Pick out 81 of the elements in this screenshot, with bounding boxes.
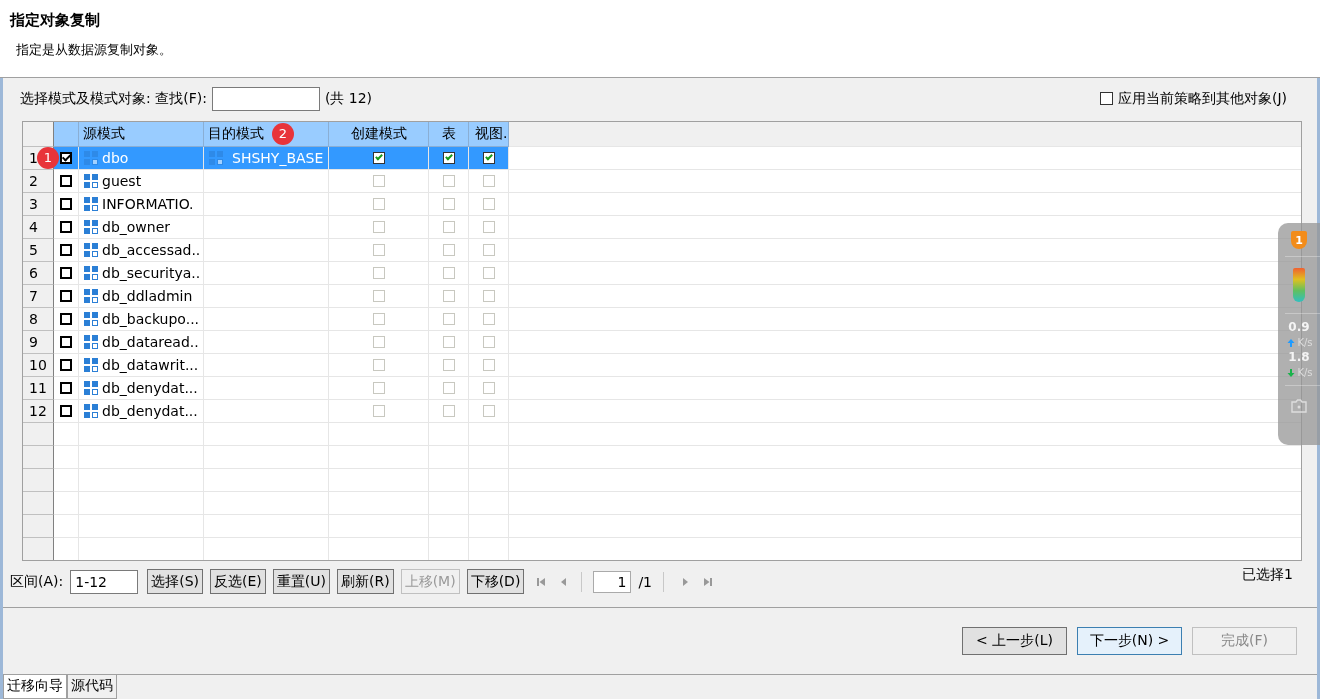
schema-icon bbox=[83, 264, 99, 281]
schema-icon bbox=[83, 333, 99, 350]
column-header[interactable]: 源模式 bbox=[79, 121, 204, 147]
row-number: 3 bbox=[23, 192, 54, 216]
table-cell bbox=[23, 491, 54, 515]
option-checkbox[interactable] bbox=[482, 151, 495, 164]
schema-icon bbox=[83, 241, 99, 258]
source-schema: db_securitya.. bbox=[102, 264, 201, 281]
row-number: 8 bbox=[23, 307, 54, 331]
page-total: /1 bbox=[638, 573, 652, 590]
wizard-button[interactable]: 下一步(N) > bbox=[1077, 626, 1182, 655]
schema-icon bbox=[83, 149, 99, 166]
row-number: 2 bbox=[23, 169, 54, 193]
range-field[interactable]: 1-12 bbox=[70, 569, 139, 594]
toolbar-button[interactable]: 下移(D) bbox=[466, 569, 525, 595]
source-schema: db_datawrit... bbox=[102, 356, 199, 373]
row-number: 12 bbox=[23, 399, 54, 423]
row-number: 10 bbox=[23, 353, 54, 377]
schema-icon bbox=[83, 218, 99, 235]
apply-checkbox[interactable] bbox=[1099, 92, 1113, 106]
gauge-icon bbox=[1293, 268, 1305, 302]
target-schema: SHSHY_BASE bbox=[232, 149, 324, 166]
column-header[interactable]: 表 bbox=[429, 121, 469, 147]
schema-icon bbox=[83, 356, 99, 373]
schema-icon bbox=[208, 149, 224, 166]
row-number: 11 bbox=[23, 376, 54, 400]
source-schema: db_denydat... bbox=[102, 379, 198, 396]
table-cell bbox=[23, 514, 54, 538]
source-schema: dbo bbox=[102, 149, 129, 166]
speed-unit: K/s bbox=[1297, 367, 1313, 378]
row-number: 6 bbox=[23, 261, 54, 285]
bottom-tab[interactable]: 迁移向导 bbox=[3, 675, 67, 699]
schema-icon bbox=[83, 195, 99, 212]
table-cell bbox=[23, 468, 54, 492]
table-cell bbox=[23, 445, 54, 469]
option-checkbox[interactable] bbox=[372, 151, 385, 164]
source-schema: db_denydat... bbox=[102, 402, 198, 419]
table-cell bbox=[23, 537, 54, 560]
column-header[interactable]: 创建模式 bbox=[329, 121, 429, 147]
wizard-button[interactable]: < 上一步(L) bbox=[962, 626, 1067, 655]
page-field[interactable]: 1 bbox=[593, 570, 632, 593]
speed-unit: K/s bbox=[1297, 337, 1313, 348]
search-field[interactable] bbox=[211, 86, 320, 111]
schema-icon bbox=[83, 287, 99, 304]
source-schema: db_owner bbox=[102, 218, 171, 235]
source-schema: db_accessad.. bbox=[102, 241, 201, 258]
row-number: 5 bbox=[23, 238, 54, 262]
download-speed: 1.8 bbox=[1288, 351, 1310, 364]
toolbar-button[interactable]: 选择(S) bbox=[147, 569, 204, 595]
schema-icon bbox=[83, 310, 99, 327]
toolbar-button[interactable]: 重置(U) bbox=[272, 569, 330, 595]
toolbar-button[interactable]: 刷新(R) bbox=[337, 569, 394, 595]
upload-arrow-icon bbox=[1287, 338, 1296, 347]
source-schema: db_ddladmin bbox=[102, 287, 193, 304]
download-arrow-icon bbox=[1287, 368, 1296, 377]
upload-speed: 0.9 bbox=[1288, 321, 1310, 334]
schema-icon bbox=[83, 172, 99, 189]
schema-icon bbox=[83, 379, 99, 396]
apply-label: 应用当前策略到其他对象(J) bbox=[1117, 89, 1287, 108]
column-header[interactable]: 视图. bbox=[469, 121, 509, 147]
table-cell bbox=[23, 422, 54, 446]
source-schema: INFORMATIO. bbox=[102, 195, 194, 212]
row-number: 4 bbox=[23, 215, 54, 239]
page-description: 指定是从数据源复制对象。 bbox=[16, 41, 173, 59]
source-schema: db_dataread.. bbox=[102, 333, 199, 350]
row-checkbox[interactable] bbox=[60, 151, 72, 164]
column-header[interactable]: 目的模式 bbox=[208, 124, 264, 143]
source-schema: db_backupo... bbox=[102, 310, 200, 327]
source-schema: guest bbox=[102, 172, 142, 189]
row-number: 7 bbox=[23, 284, 54, 308]
option-checkbox[interactable] bbox=[442, 151, 455, 164]
selected-count: 已选择1 bbox=[1242, 565, 1293, 584]
page-title: 指定对象复制 bbox=[10, 11, 101, 30]
toolbar-button[interactable]: 反选(E) bbox=[210, 569, 266, 595]
bottom-tab[interactable]: 源代码 bbox=[67, 675, 117, 699]
schema-icon bbox=[83, 402, 99, 419]
annotation-badge: 2 bbox=[272, 122, 294, 145]
filter-label: 选择模式及模式对象: 查找(F): bbox=[20, 89, 207, 108]
range-label: 区间(A): bbox=[10, 572, 64, 591]
row-number: 9 bbox=[23, 330, 54, 354]
total-count: (共 12) bbox=[324, 89, 373, 108]
